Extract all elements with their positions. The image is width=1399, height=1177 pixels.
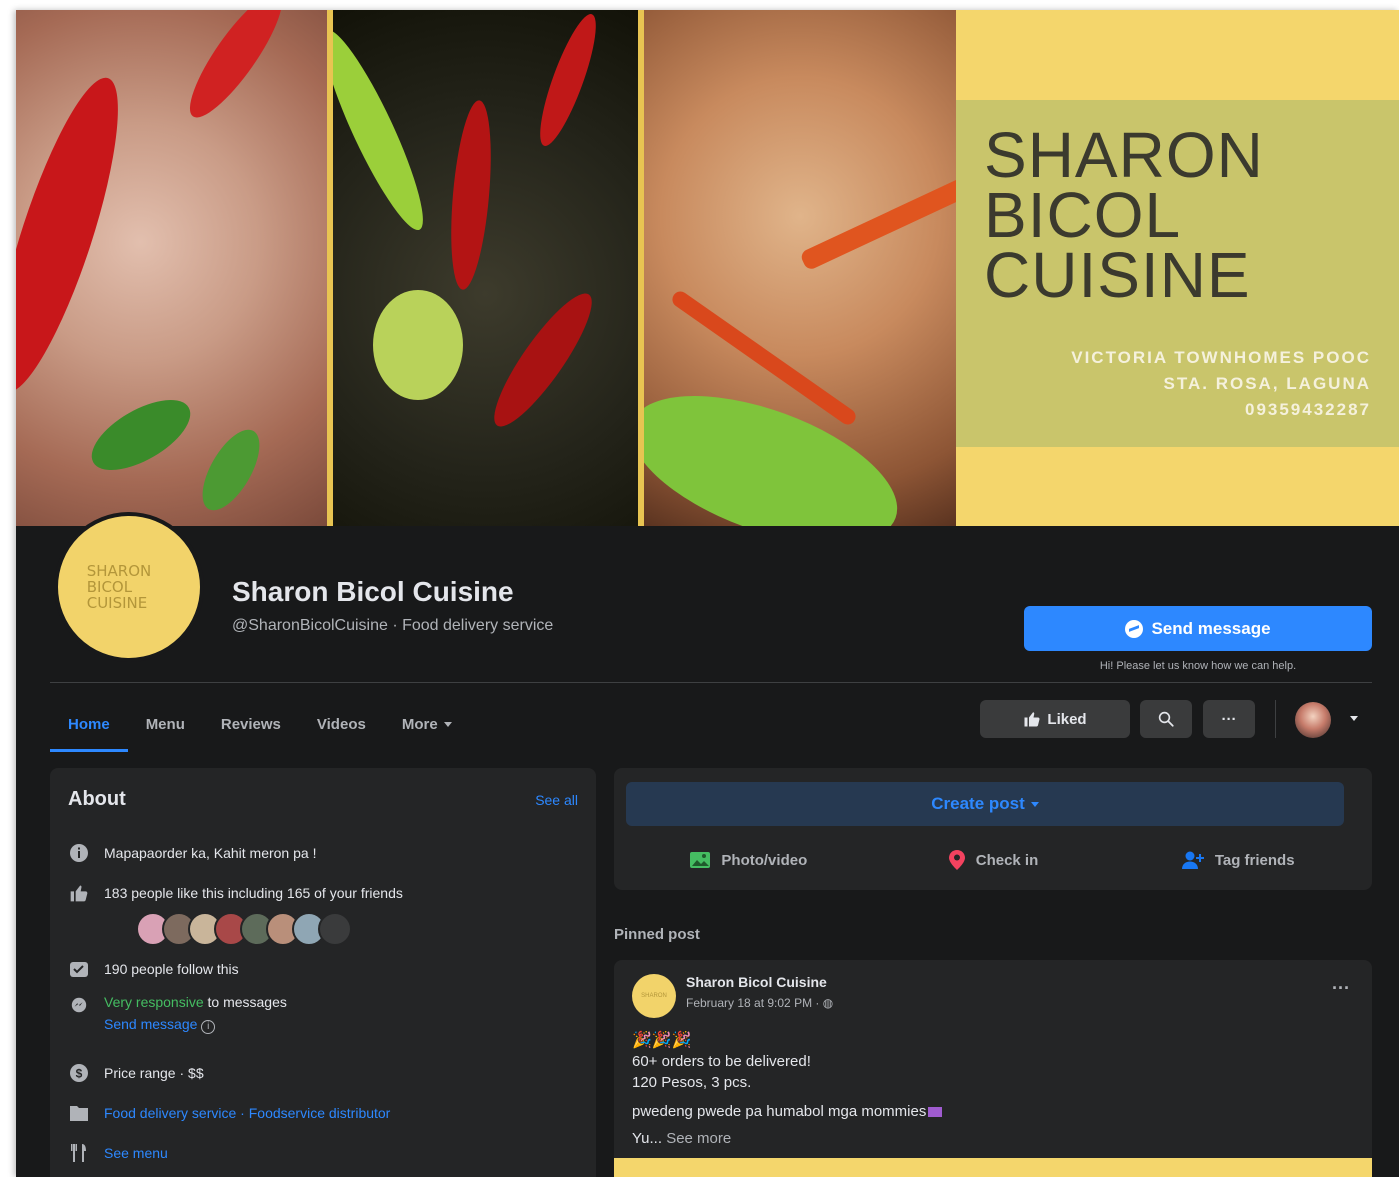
actions-divider	[1275, 700, 1276, 738]
tag-friends-icon	[1181, 851, 1204, 869]
responsive-suffix: to messages	[203, 994, 287, 1010]
post-options-icon[interactable]: ···	[1332, 978, 1350, 999]
post-image[interactable]	[614, 1158, 1372, 1177]
cover-food-photo-2	[333, 10, 638, 526]
tab-home[interactable]: Home	[50, 696, 128, 752]
about-send-message-link[interactable]: Send message	[104, 1016, 197, 1032]
messenger-icon	[1125, 619, 1144, 638]
cover-address: VICTORIA TOWNHOMES POOC STA. ROSA, LAGUN…	[1071, 348, 1371, 419]
cover-brand-panel: SHARON BICOL CUISINE VICTORIA TOWNHOMES …	[956, 10, 1399, 526]
post-author-name[interactable]: Sharon Bicol Cuisine	[686, 974, 827, 990]
follow-check-icon	[68, 958, 90, 980]
emoji-icon	[928, 1107, 943, 1117]
about-responsive-row: Very responsive to messages Send message…	[68, 994, 287, 1034]
responsive-badge: Very responsive	[104, 994, 204, 1010]
photo-video-label: Photo/video	[721, 851, 808, 869]
more-dots-icon: ···	[1221, 710, 1237, 728]
friend-avatar[interactable]	[318, 912, 352, 946]
search-button[interactable]	[1140, 700, 1192, 738]
search-icon	[1158, 711, 1174, 727]
category-separator: ·	[236, 1105, 249, 1121]
thumbs-up-icon	[1024, 712, 1040, 727]
cover-photo[interactable]: SHARON BICOL CUISINE VICTORIA TOWNHOMES …	[16, 10, 1399, 526]
thumbs-up-icon	[68, 882, 90, 904]
about-category-row: Food delivery service · Foodservice dist…	[68, 1102, 390, 1124]
folder-icon	[68, 1102, 90, 1124]
post-line: 60+ orders to be delivered!	[632, 1053, 811, 1070]
category-link-foodservice[interactable]: Foodservice distributor	[249, 1105, 391, 1121]
svg-text:$: $	[76, 1067, 83, 1081]
about-price-row: $ Price range · $$	[68, 1062, 204, 1084]
party-popper-emoji: 🎉🎉🎉	[632, 1032, 692, 1049]
pinned-post-card: SHARON Sharon Bicol Cuisine February 18 …	[614, 960, 1372, 1177]
about-follows: 190 people follow this	[104, 961, 239, 977]
avatar-logo: SHARON BICOL CUISINE	[86, 562, 152, 612]
check-in-label: Check in	[975, 851, 1039, 869]
create-post-card: Create post Photo/video Check in Tag fri…	[614, 768, 1372, 890]
category-link-food-delivery[interactable]: Food delivery service	[104, 1105, 236, 1121]
see-menu-link[interactable]: See menu	[104, 1145, 168, 1161]
photo-icon	[690, 852, 711, 868]
tab-more[interactable]: More	[384, 696, 470, 752]
messenger-icon	[68, 994, 90, 1016]
header-divider	[50, 682, 1372, 683]
send-message-hint: Hi! Please let us know how we can help.	[1099, 660, 1297, 672]
create-post-label: Create post	[931, 794, 1025, 813]
info-icon[interactable]: i	[201, 1020, 216, 1034]
facebook-page: SHARON BICOL CUISINE VICTORIA TOWNHOMES …	[16, 10, 1399, 1177]
friends-avatars[interactable]	[136, 912, 352, 946]
info-icon	[68, 842, 90, 864]
tab-reviews[interactable]: Reviews	[203, 696, 299, 752]
about-follows-row: 190 people follow this	[68, 958, 239, 980]
post-line: 120 Pesos, 3 pcs.	[632, 1074, 752, 1091]
about-likes: 183 people like this including 165 of yo…	[104, 885, 403, 901]
more-options-button[interactable]: ···	[1203, 700, 1255, 738]
cover-food-photo-3	[644, 10, 956, 526]
profile-switcher-avatar[interactable]	[1295, 702, 1331, 738]
post-timestamp[interactable]: February 18 at 9:02 PM · ◍	[686, 996, 833, 1010]
fork-knife-icon	[68, 1142, 90, 1164]
check-in-button[interactable]: Check in	[871, 840, 1116, 880]
send-message-label: Send message	[1151, 618, 1271, 638]
about-tagline: Mapapaorder ka, Kahit meron pa !	[104, 845, 317, 861]
cover-food-photo-1	[16, 10, 327, 526]
post-line: pwedeng pwede pa humabol mga mommies	[632, 1101, 943, 1122]
about-menu-row: See menu	[68, 1142, 168, 1164]
post-body: 🎉🎉🎉 60+ orders to be delivered! 120 Peso…	[632, 1030, 943, 1149]
see-all-link[interactable]: See all	[535, 792, 578, 808]
liked-button[interactable]: Liked	[980, 700, 1130, 738]
tag-friends-button[interactable]: Tag friends	[1115, 840, 1360, 880]
post-author-avatar[interactable]: SHARON	[632, 974, 676, 1018]
about-card: About See all Mapapaorder ka, Kahit mero…	[50, 768, 596, 1177]
location-pin-icon	[948, 850, 965, 870]
see-more-link[interactable]: See more	[666, 1130, 731, 1147]
page-title: Sharon Bicol Cuisine	[232, 576, 514, 607]
page-avatar[interactable]: SHARON BICOL CUISINE	[54, 512, 204, 662]
caret-down-icon	[443, 721, 452, 727]
photo-video-button[interactable]: Photo/video	[626, 840, 871, 880]
about-title: About	[68, 788, 126, 810]
page-username-category: @SharonBicolCuisine · Food delivery serv…	[232, 617, 554, 634]
caret-down-icon[interactable]	[1350, 716, 1358, 721]
globe-icon: ◍	[822, 996, 834, 1010]
tag-friends-label: Tag friends	[1214, 851, 1295, 869]
send-message-button[interactable]: Send message	[1024, 606, 1372, 651]
liked-label: Liked	[1047, 710, 1087, 728]
about-price: Price range · $$	[104, 1065, 204, 1081]
pinned-post-label: Pinned post	[614, 926, 700, 943]
about-tagline-row: Mapapaorder ka, Kahit meron pa !	[68, 842, 316, 864]
create-post-actions: Photo/video Check in Tag friends	[626, 840, 1360, 880]
cover-title: SHARON BICOL CUISINE	[984, 119, 1264, 311]
price-icon: $	[68, 1062, 90, 1084]
about-likes-row[interactable]: 183 people like this including 165 of yo…	[68, 882, 403, 904]
post-line: Yu... See more	[632, 1130, 732, 1147]
caret-down-icon	[1030, 801, 1039, 807]
create-post-button[interactable]: Create post	[626, 782, 1344, 826]
page-tabs: Home Menu Reviews Videos More	[50, 696, 470, 752]
tab-videos[interactable]: Videos	[299, 696, 384, 752]
tab-menu[interactable]: Menu	[128, 696, 203, 752]
